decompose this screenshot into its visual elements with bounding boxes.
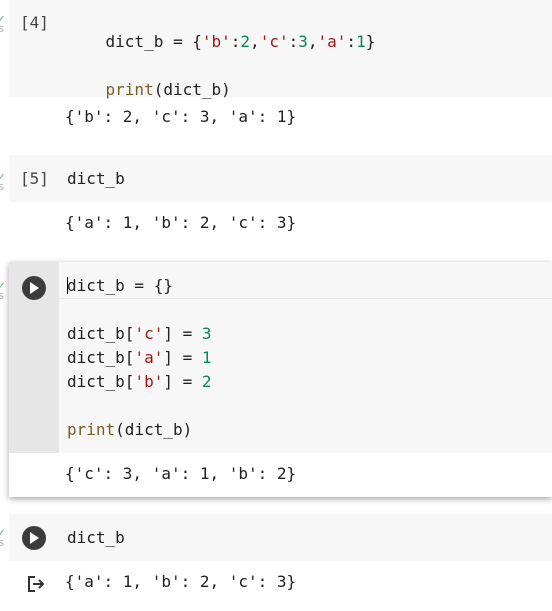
code-line: dict_b = {} (67, 276, 173, 295)
code-cell-5[interactable]: ✓ s [5] dict_b {'a': 1, 'b': 2, 'c': 3} (0, 155, 552, 250)
code-line: dict_b (67, 528, 125, 547)
code-line: dict_b['a'] = 1 (67, 348, 212, 367)
execution-status: ✓ s (0, 12, 5, 35)
execution-status: ✓ s (0, 170, 5, 193)
code-cell-new[interactable]: ✓ s dict_b {'a': 1, 'b': 2, 'c': 3} (0, 514, 552, 611)
play-circle-icon[interactable] (22, 276, 46, 300)
code-line: dict_b['b'] = 2 (67, 372, 212, 391)
cell-output: {'b': 2, 'c': 3, 'a': 1} (65, 107, 297, 126)
cell-output: {'c': 3, 'a': 1, 'b': 2} (65, 464, 297, 483)
output-arrow-icon[interactable] (26, 574, 46, 598)
execution-status: ✓ s (0, 526, 5, 549)
cell-output: {'a': 1, 'b': 2, 'c': 3} (65, 213, 297, 232)
execution-count: [5] (20, 169, 49, 188)
cell-output: {'a': 1, 'b': 2, 'c': 3} (65, 572, 297, 591)
execution-count: [4] (20, 13, 49, 32)
code-line: dict_b['c'] = 3 (67, 324, 212, 343)
code-cell-4[interactable]: ✓ s [4] dict_b = {'b':2,'c':3,'a':1} prin… (0, 0, 552, 140)
execution-status: ✓ s (0, 279, 5, 302)
code-cell-active[interactable]: dict_b = {} dict_b['c'] = 3 dict_b['a'] … (9, 262, 552, 497)
code-line: dict_b (67, 169, 125, 188)
play-circle-icon[interactable] (22, 526, 46, 550)
code-line: print(dict_b) (67, 420, 193, 439)
